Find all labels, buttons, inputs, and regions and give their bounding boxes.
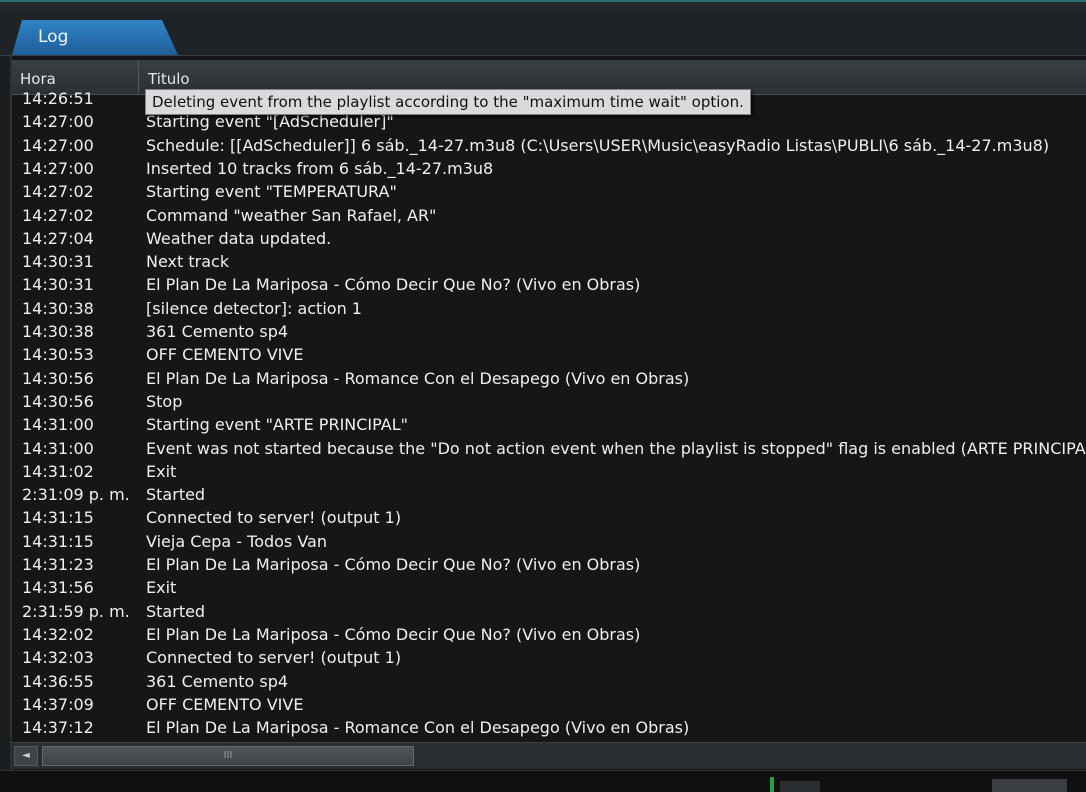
log-row[interactable]: 14:27:02 Starting event "TEMPERATURA" (12, 180, 1086, 203)
log-message: El Plan De La Mariposa - Cómo Decir Que … (146, 275, 641, 295)
log-time: 14:27:00 (22, 158, 94, 178)
log-time: 14:37:12 (22, 718, 94, 738)
log-time: 14:31:23 (22, 555, 94, 574)
column-resize-handle[interactable] (138, 60, 139, 94)
log-row[interactable]: 14:31:00 Starting event "ARTE PRINCIPAL" (12, 413, 1086, 436)
log-list[interactable]: 14:26:51 14:27:00 Starting event "[AdSched… (12, 90, 1086, 738)
log-time: 14:36:55 (22, 671, 94, 691)
log-message: Started (146, 485, 206, 505)
log-message: Vieja Cepa - Todos Van (146, 531, 327, 551)
log-message: Exit (146, 578, 177, 598)
log-time: 14:27:00 (22, 135, 94, 155)
log-time: 2:31:09 p. m. (22, 485, 130, 505)
log-row[interactable]: 14:31:23 El Plan De La Mariposa - Cómo De… (12, 553, 1086, 576)
log-row[interactable]: 14:27:04 Weather data updated. (12, 227, 1086, 250)
log-message: Weather data updated. (146, 228, 332, 248)
log-time: 14:27:04 (22, 228, 94, 248)
log-time: 14:31:00 (22, 415, 94, 435)
log-row[interactable]: 2:31:59 p. m. Started (12, 600, 1086, 623)
log-time: 14:27:02 (22, 182, 94, 202)
log-row[interactable]: 14:31:15 Vieja Cepa - Todos Van (12, 530, 1086, 553)
log-row[interactable]: 14:27:02 Command "weather San Rafael, AR" (12, 204, 1086, 227)
log-message: Starting event "TEMPERATURA" (146, 182, 397, 202)
log-row[interactable]: 14:32:03 Connected to server! (output 1) (12, 646, 1086, 669)
log-message: El Plan De La Mariposa - Romance Con el … (146, 718, 690, 738)
log-time: 14:27:00 (22, 112, 94, 132)
window-top-strip (0, 0, 1086, 10)
log-message: El Plan De La Mariposa - Cómo Decir Que … (146, 624, 641, 644)
log-row[interactable]: 14:36:55 361 Cemento sp4 (12, 670, 1086, 693)
log-message: OFF CEMENTO VIVE (146, 694, 304, 714)
log-message: Stop (146, 391, 183, 411)
log-message: Command "weather San Rafael, AR" (146, 205, 437, 225)
log-panel: Hora Titulo 14:26:51 14:27:00 Starting eve… (10, 56, 1086, 770)
log-row[interactable]: 14:31:56 Exit (12, 576, 1086, 599)
log-time: 14:31:56 (22, 578, 94, 598)
log-message: Connected to server! (output 1) (146, 648, 402, 668)
log-row[interactable]: 14:30:31 El Plan De La Mariposa - Cómo De… (12, 273, 1086, 296)
status-segment (780, 781, 820, 792)
log-message: Connected to server! (output 1) (146, 508, 402, 528)
scroll-thumb[interactable]: III (42, 746, 414, 766)
log-message: El Plan De La Mariposa - Romance Con el … (146, 368, 690, 388)
log-message: Next track (146, 252, 230, 272)
log-message: OFF CEMENTO VIVE (146, 345, 304, 365)
log-time: 14:30:38 (22, 322, 94, 341)
log-time: 14:26:51 (22, 90, 94, 108)
log-row[interactable]: 14:27:00 Schedule: [[AdScheduler]] 6 sáb.… (12, 134, 1086, 157)
log-row[interactable]: 14:31:02 Exit (12, 460, 1086, 483)
log-row[interactable]: 2:31:09 p. m. Started (12, 483, 1086, 506)
log-message: [silence detector]: action 1 (146, 298, 362, 318)
log-message: Inserted 10 tracks from 6 sáb._14-27.m3u… (146, 158, 494, 178)
tab-log[interactable]: Log (12, 20, 178, 55)
log-row[interactable]: 14:30:38 361 Cemento sp4 (12, 320, 1086, 343)
log-message: 361 Cemento sp4 (146, 671, 289, 691)
log-time: 14:31:00 (22, 438, 94, 458)
log-time: 14:30:53 (22, 345, 94, 365)
log-time: 14:32:03 (22, 648, 94, 668)
log-time: 14:31:15 (22, 508, 94, 528)
log-message: El Plan De La Mariposa - Cómo Decir Que … (146, 555, 641, 574)
log-row[interactable]: 14:27:00 Inserted 10 tracks from 6 sáb._1… (12, 157, 1086, 180)
log-message: Schedule: [[AdScheduler]] 6 sáb._14-27.m… (146, 135, 1050, 155)
log-message: Started (146, 601, 206, 621)
log-row[interactable]: 14:32:02 El Plan De La Mariposa - Cómo De… (12, 623, 1086, 646)
log-message: Starting event "ARTE PRINCIPAL" (146, 415, 408, 435)
log-row[interactable]: 14:30:31 Next track (12, 250, 1086, 273)
tab-bar: Log (0, 10, 1086, 56)
log-row[interactable]: 14:37:09 OFF CEMENTO VIVE (12, 693, 1086, 716)
log-row[interactable]: 14:31:00 Event was not started because th… (12, 437, 1086, 460)
log-time: 14:30:56 (22, 391, 94, 411)
log-time: 14:30:31 (22, 252, 94, 272)
status-bar (0, 770, 1086, 792)
column-header-hora[interactable]: Hora (20, 60, 139, 94)
log-row[interactable]: 14:37:12 El Plan De La Mariposa - Romance… (12, 716, 1086, 738)
log-time: 14:32:02 (22, 624, 94, 644)
log-time: 14:27:02 (22, 205, 94, 225)
log-time: 14:30:56 (22, 368, 94, 388)
horizontal-scrollbar[interactable]: ◄ III (12, 742, 1086, 769)
log-row[interactable]: 14:30:38 [silence detector]: action 1 (12, 297, 1086, 320)
status-segment (992, 779, 1067, 792)
tooltip: Deleting event from the playlist accordi… (145, 89, 751, 115)
status-indicator (770, 777, 774, 792)
log-row[interactable]: 14:30:53 OFF CEMENTO VIVE (12, 343, 1086, 366)
log-message: Exit (146, 461, 177, 481)
log-row[interactable]: 14:30:56 El Plan De La Mariposa - Romance… (12, 367, 1086, 390)
log-row[interactable]: 14:30:56 Stop (12, 390, 1086, 413)
log-row[interactable]: 14:31:15 Connected to server! (output 1) (12, 506, 1086, 529)
log-message: Event was not started because the "Do no… (146, 438, 1086, 458)
log-time: 14:37:09 (22, 694, 94, 714)
log-time: 14:30:38 (22, 298, 94, 318)
log-time: 14:31:15 (22, 531, 94, 551)
log-message: 361 Cemento sp4 (146, 322, 289, 341)
log-time: 2:31:59 p. m. (22, 601, 130, 621)
log-time: 14:30:31 (22, 275, 94, 295)
scroll-left-button[interactable]: ◄ (14, 746, 38, 766)
log-time: 14:31:02 (22, 461, 94, 481)
